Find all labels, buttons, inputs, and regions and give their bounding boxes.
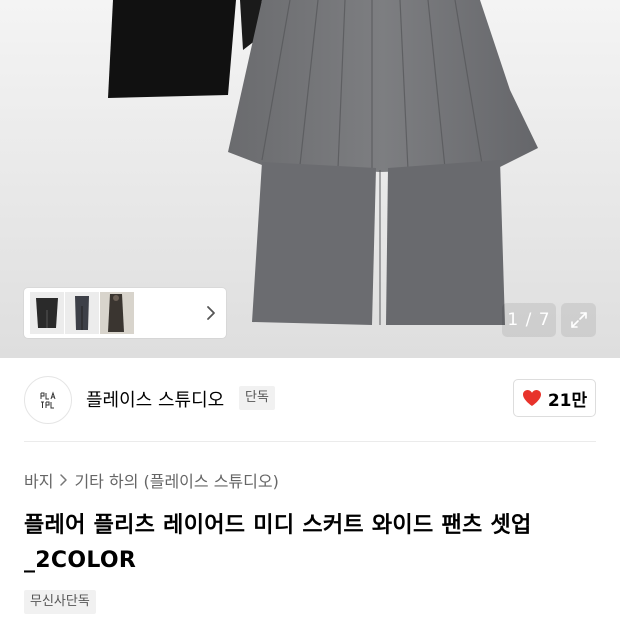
brand-name[interactable]: 플레이스 스튜디오 [86, 386, 224, 412]
breadcrumb: 바지 기타 하의 (플레이스 스튜디오) [24, 468, 279, 492]
breadcrumb-item-subcategory[interactable]: 기타 하의 (플레이스 스튜디오) [74, 468, 278, 492]
image-counter: 1 / 7 [502, 303, 556, 337]
musinsa-exclusive-tag: 무신사단독 [24, 590, 96, 614]
product-title: 플레어 플리츠 레이어드 미디 스커트 와이드 팬츠 셋업_2COLOR [24, 513, 532, 573]
thumbnail-2[interactable] [65, 292, 99, 334]
thumbnail-3[interactable] [100, 292, 134, 334]
thumbnail-list [30, 292, 134, 334]
expand-button[interactable] [561, 303, 596, 337]
chevron-right-icon[interactable] [205, 304, 217, 322]
thumbnail-1[interactable] [30, 292, 64, 334]
expand-icon [570, 312, 587, 328]
brand-logo[interactable] [24, 376, 72, 424]
heart-icon [522, 390, 541, 406]
brand-logo-mark [40, 391, 56, 409]
like-count: 21만 [547, 390, 588, 411]
thumbnail-strip[interactable] [24, 288, 226, 338]
product-image-gallery[interactable]: 1 / 7 [0, 0, 620, 358]
breadcrumb-item-category[interactable]: 바지 [24, 468, 53, 492]
like-button[interactable]: 21만 [513, 379, 596, 417]
chevron-right-icon [60, 474, 68, 486]
brand-row: 플레이스 스튜디오 단독 21만 [0, 358, 620, 442]
section-divider [24, 441, 596, 442]
exclusive-badge: 단독 [239, 386, 275, 410]
